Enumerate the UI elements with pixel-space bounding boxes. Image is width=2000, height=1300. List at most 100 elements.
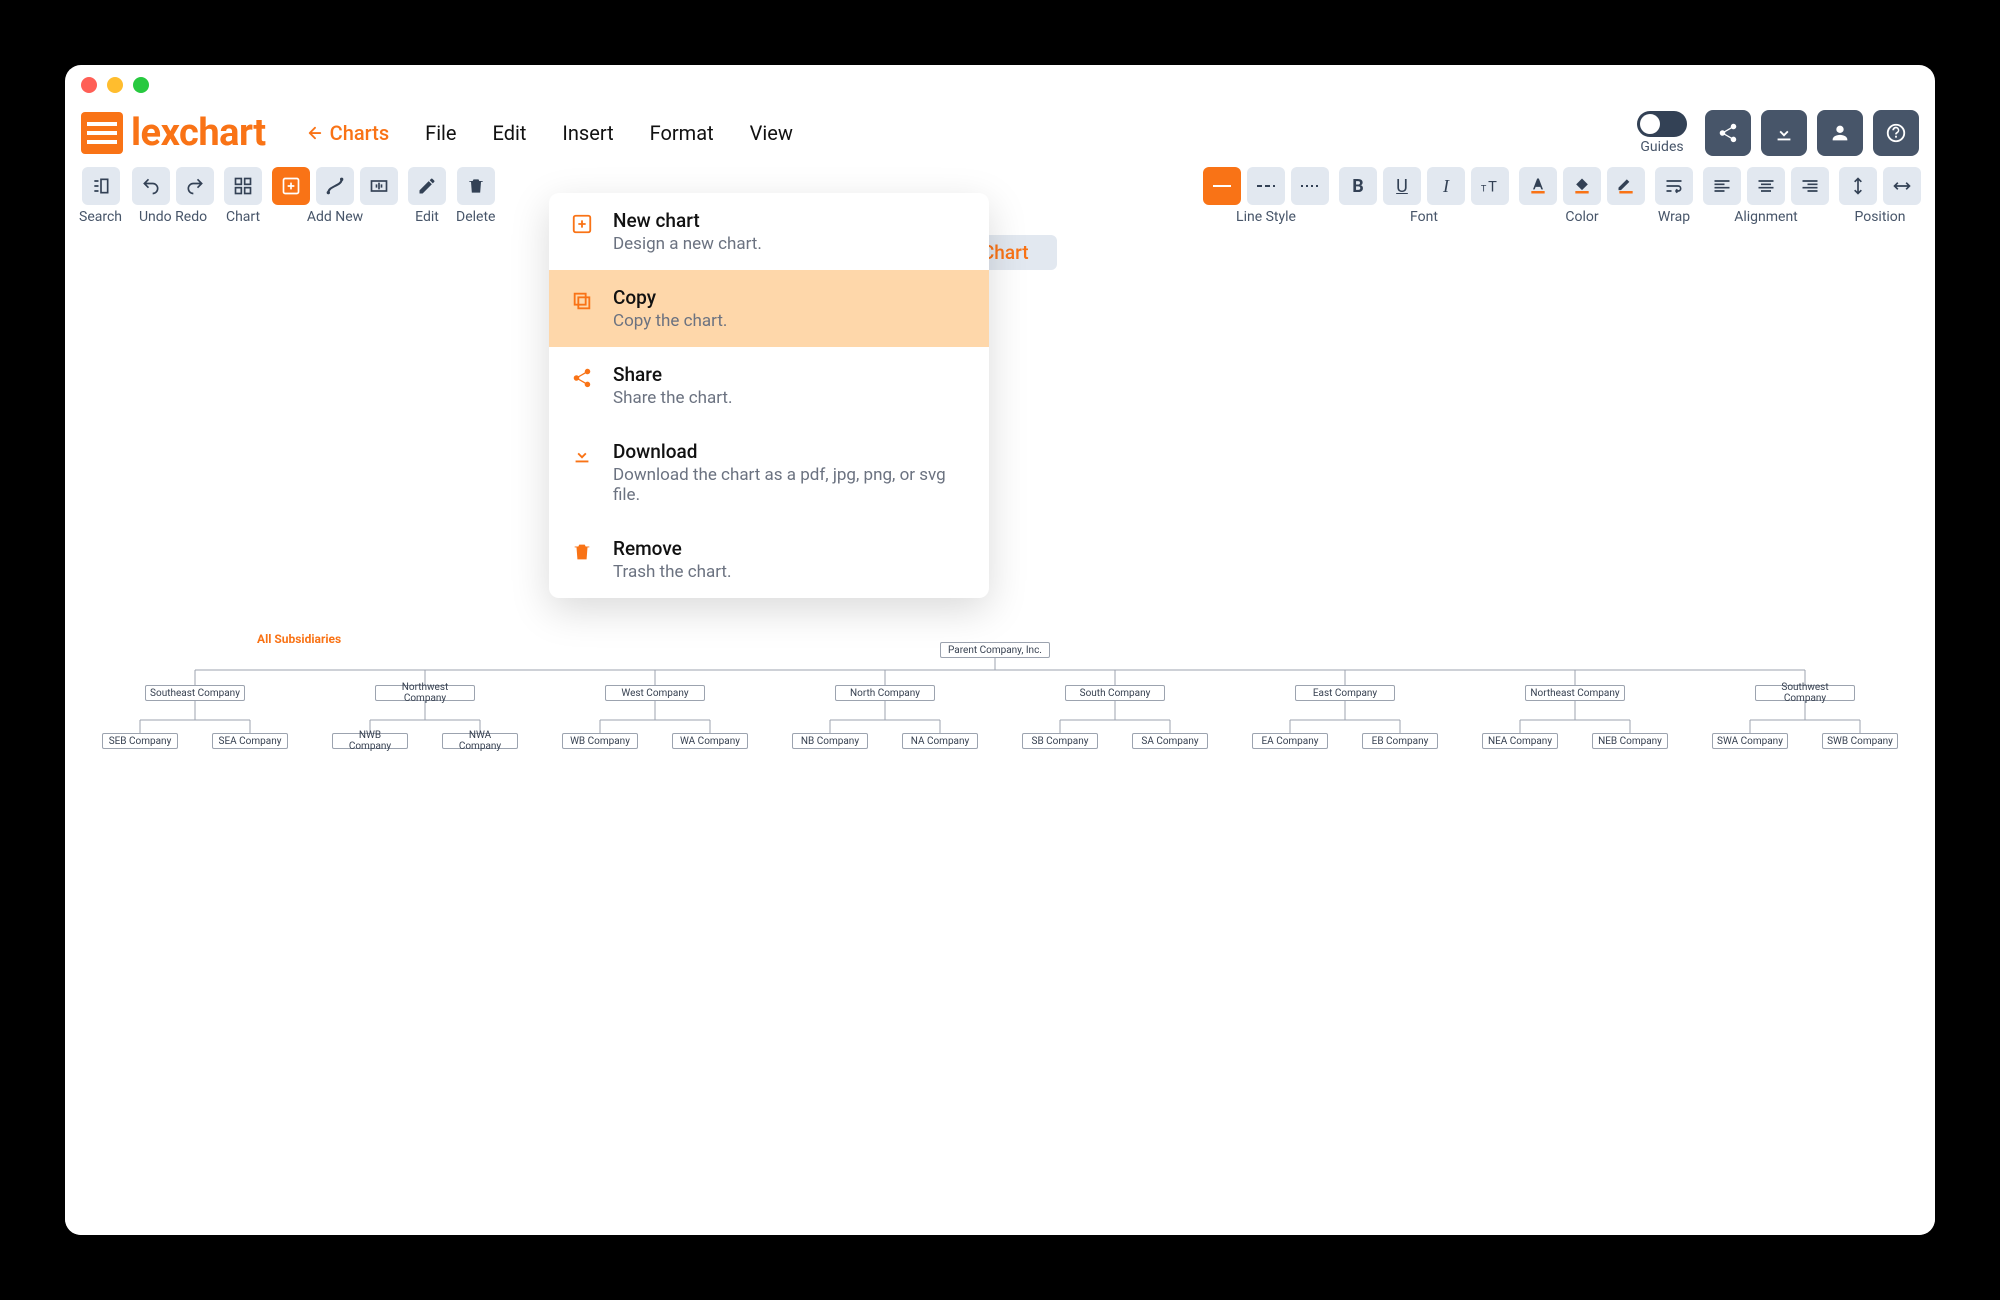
fill-color-button[interactable] bbox=[1563, 167, 1601, 205]
search-list-icon bbox=[91, 176, 111, 196]
help-button[interactable] bbox=[1873, 110, 1919, 156]
line-solid-button[interactable] bbox=[1203, 167, 1241, 205]
window-zoom-button[interactable] bbox=[133, 77, 149, 93]
org-node[interactable]: SWB Company bbox=[1822, 733, 1898, 749]
account-button[interactable] bbox=[1817, 110, 1863, 156]
line-dotted-button[interactable] bbox=[1291, 167, 1329, 205]
plus-square-icon bbox=[569, 211, 595, 237]
dropdown-copy[interactable]: Copy Copy the chart. bbox=[549, 270, 989, 347]
guides-toggle[interactable] bbox=[1637, 111, 1687, 137]
share-button[interactable] bbox=[1705, 110, 1751, 156]
align-left-button[interactable] bbox=[1703, 167, 1741, 205]
dropdown-download[interactable]: Download Download the chart as a pdf, jp… bbox=[549, 424, 989, 521]
add-box-button[interactable] bbox=[272, 167, 310, 205]
app-window: lexchart Charts File Edit Insert Format … bbox=[65, 65, 1935, 1235]
menu-insert[interactable]: Insert bbox=[562, 121, 613, 145]
bold-button[interactable]: B bbox=[1339, 167, 1377, 205]
menu-view[interactable]: View bbox=[750, 121, 793, 145]
position-up-button[interactable] bbox=[1839, 167, 1877, 205]
chart-button[interactable] bbox=[224, 167, 262, 205]
org-node[interactable]: EA Company bbox=[1252, 733, 1328, 749]
wrap-button[interactable] bbox=[1655, 167, 1693, 205]
org-node[interactable]: NWA Company bbox=[442, 733, 518, 749]
org-node[interactable]: East Company bbox=[1295, 685, 1395, 701]
org-node[interactable]: NEA Company bbox=[1482, 733, 1558, 749]
share-icon bbox=[1717, 122, 1739, 144]
window-close-button[interactable] bbox=[81, 77, 97, 93]
guides-toggle-wrap: Guides bbox=[1637, 111, 1687, 155]
dropdown-share[interactable]: Share Share the chart. bbox=[549, 347, 989, 424]
org-node[interactable]: NWB Company bbox=[332, 733, 408, 749]
org-node[interactable]: EB Company bbox=[1362, 733, 1438, 749]
org-node[interactable]: SWA Company bbox=[1712, 733, 1788, 749]
bold-icon: B bbox=[1352, 176, 1364, 197]
org-node[interactable]: SA Company bbox=[1132, 733, 1208, 749]
align-right-button[interactable] bbox=[1791, 167, 1829, 205]
org-node[interactable]: SB Company bbox=[1022, 733, 1098, 749]
edit-button[interactable] bbox=[408, 167, 446, 205]
edit-label: Edit bbox=[415, 209, 439, 225]
line-style-label: Line Style bbox=[1236, 209, 1296, 225]
org-node[interactable]: WA Company bbox=[672, 733, 748, 749]
org-node[interactable]: Southeast Company bbox=[145, 685, 245, 701]
org-node[interactable]: SEA Company bbox=[212, 733, 288, 749]
line-dashed-button[interactable] bbox=[1247, 167, 1285, 205]
dd-desc: Design a new chart. bbox=[613, 234, 762, 254]
download-button[interactable] bbox=[1761, 110, 1807, 156]
toolbar-group-alignment: Alignment bbox=[1703, 167, 1829, 225]
line-solid-icon bbox=[1210, 176, 1234, 196]
svg-text:T: T bbox=[1488, 178, 1497, 196]
org-node[interactable]: NA Company bbox=[902, 733, 978, 749]
org-node[interactable]: South Company bbox=[1065, 685, 1165, 701]
window-minimize-button[interactable] bbox=[107, 77, 123, 93]
menu-bar: Charts File Edit Insert Format View bbox=[306, 121, 793, 145]
menu-file[interactable]: File bbox=[425, 121, 456, 145]
font-size-button[interactable]: TT bbox=[1471, 167, 1509, 205]
pencil-color-button[interactable] bbox=[1607, 167, 1645, 205]
canvas[interactable]: e Chart All Subsidiaries Parent Company,… bbox=[65, 235, 1935, 1235]
org-node[interactable]: Northwest Company bbox=[375, 685, 475, 701]
alignment-label: Alignment bbox=[1734, 209, 1798, 225]
dd-title: New chart bbox=[613, 209, 762, 232]
add-connector-button[interactable] bbox=[316, 167, 354, 205]
copy-icon bbox=[569, 288, 595, 314]
org-node[interactable]: WB Company bbox=[562, 733, 638, 749]
dropdown-remove[interactable]: Remove Trash the chart. bbox=[549, 521, 989, 598]
position-down-button[interactable] bbox=[1883, 167, 1921, 205]
textbox-icon bbox=[369, 176, 389, 196]
toolbar-group-search: Search bbox=[79, 167, 122, 225]
menu-edit[interactable]: Edit bbox=[493, 121, 527, 145]
menu-format[interactable]: Format bbox=[650, 121, 714, 145]
download-icon bbox=[1773, 122, 1795, 144]
align-center-button[interactable] bbox=[1747, 167, 1785, 205]
org-node[interactable]: NEB Company bbox=[1592, 733, 1668, 749]
org-node[interactable]: West Company bbox=[605, 685, 705, 701]
toolbar-group-font: B U I TT Font bbox=[1339, 167, 1509, 225]
undo-button[interactable] bbox=[132, 167, 170, 205]
org-node[interactable]: SEB Company bbox=[102, 733, 178, 749]
org-node[interactable]: Parent Company, Inc. bbox=[940, 642, 1050, 658]
add-text-button[interactable] bbox=[360, 167, 398, 205]
org-node[interactable]: NB Company bbox=[792, 733, 868, 749]
org-node[interactable]: North Company bbox=[835, 685, 935, 701]
delete-button[interactable] bbox=[457, 167, 495, 205]
back-to-charts[interactable]: Charts bbox=[306, 121, 389, 145]
brand-logo[interactable]: lexchart bbox=[81, 111, 266, 155]
toolbar-group-add-new: Add New bbox=[272, 167, 398, 225]
org-node[interactable]: Northeast Company bbox=[1525, 685, 1625, 701]
pencil-color-icon bbox=[1616, 176, 1636, 196]
underline-button[interactable]: U bbox=[1383, 167, 1421, 205]
arrow-left-icon bbox=[306, 124, 324, 142]
window-titlebar bbox=[65, 65, 1935, 105]
italic-button[interactable]: I bbox=[1427, 167, 1465, 205]
font-label: Font bbox=[1410, 209, 1438, 225]
wrap-label: Wrap bbox=[1658, 209, 1690, 225]
font-color-button[interactable] bbox=[1519, 167, 1557, 205]
search-button[interactable] bbox=[82, 167, 120, 205]
dropdown-new-chart[interactable]: New chart Design a new chart. bbox=[549, 193, 989, 270]
org-node[interactable]: Southwest Company bbox=[1755, 685, 1855, 701]
redo-button[interactable] bbox=[176, 167, 214, 205]
share-icon bbox=[569, 365, 595, 391]
help-icon bbox=[1885, 122, 1907, 144]
connector-icon bbox=[325, 176, 345, 196]
